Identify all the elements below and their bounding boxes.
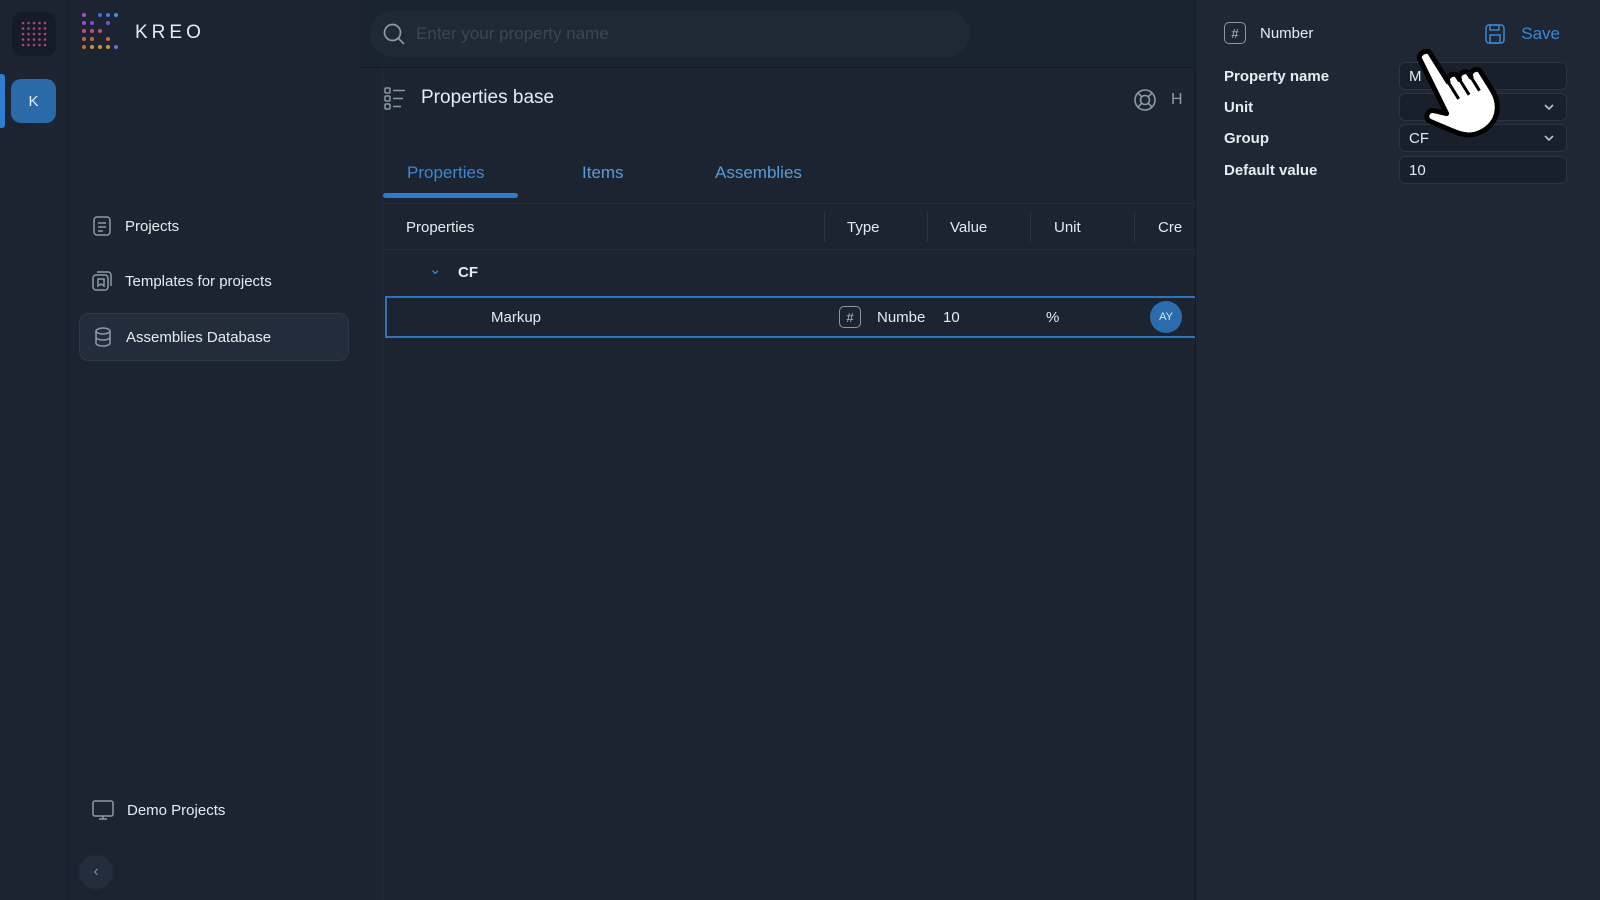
column-header-value[interactable]: Value [950, 204, 987, 250]
sidebar-item-label: Templates for projects [125, 272, 272, 290]
unit-label: Unit [1224, 99, 1254, 116]
sidebar-item-label: Projects [125, 217, 180, 235]
column-header-properties[interactable]: Properties [406, 204, 474, 250]
panel-header: # Number [1224, 22, 1313, 44]
column-label: Value [950, 218, 988, 236]
sidebar-item-demo-projects[interactable]: Demo Projects [79, 786, 349, 834]
main-inner: Properties base H Properties Items Assem… [382, 68, 1196, 900]
chevron-left-icon: ‹ [93, 863, 99, 880]
column-header-type[interactable]: Type [847, 204, 880, 250]
workspace-active-indicator [0, 74, 5, 128]
column-label: Cre [1158, 218, 1183, 236]
cell-type: # Numbe [839, 298, 925, 336]
property-editor-panel: # Number Save Property name M Unit Group… [1195, 0, 1600, 900]
group-label: Group [1224, 130, 1269, 147]
tab-label: Properties [407, 163, 485, 182]
top-bar [360, 0, 1195, 68]
cell-value: 10 [943, 298, 960, 336]
value-text: 10 [943, 308, 960, 326]
collapse-sidebar-button[interactable]: ‹ [79, 855, 113, 889]
workspace-initial: K [28, 92, 39, 110]
cell-property-name: Markup [491, 298, 541, 336]
search-icon [383, 23, 405, 45]
type-text: Numbe [877, 308, 926, 326]
tab-assemblies[interactable]: Assemblies [715, 142, 802, 204]
column-divider[interactable] [824, 212, 825, 242]
avatar: AY [1150, 301, 1182, 333]
column-divider[interactable] [1134, 212, 1135, 242]
sidebar-item-label: Assemblies Database [126, 328, 272, 346]
unit-text: % [1046, 308, 1060, 326]
cell-creator: AY [1150, 298, 1182, 336]
main-content: Properties base H Properties Items Assem… [360, 68, 1196, 900]
property-name-text: Markup [491, 308, 542, 326]
active-tab-indicator [383, 193, 518, 198]
column-header-created-by[interactable]: Cre [1158, 204, 1182, 250]
apps-grid-icon[interactable] [12, 12, 56, 56]
save-label: Save [1521, 24, 1560, 43]
column-divider[interactable] [927, 212, 928, 242]
search-bar[interactable] [370, 11, 970, 57]
workspace-rail: K [0, 0, 68, 900]
column-header-unit[interactable]: Unit [1054, 204, 1081, 250]
tab-items[interactable]: Items [582, 142, 624, 204]
table-header: Properties Type Value Unit Cre [383, 204, 1196, 250]
panel-type-label: Number [1260, 24, 1314, 42]
default-value-text: 10 [1409, 161, 1426, 179]
sidebar-item-assemblies-database[interactable]: Assemblies Database [79, 313, 349, 361]
templates-icon [92, 271, 112, 291]
page-title: Properties base [421, 87, 555, 108]
group-row-cf[interactable]: ⌄ CF [383, 250, 1196, 296]
column-label: Unit [1054, 218, 1081, 236]
property-name-label: Property name [1224, 68, 1330, 85]
chevron-down-icon[interactable]: ⌄ [429, 260, 442, 278]
kreo-logo-icon [82, 13, 118, 49]
column-divider[interactable] [1030, 212, 1031, 242]
table-row[interactable]: Markup # Numbe 10 % AY [385, 296, 1196, 338]
monitor-icon [92, 800, 114, 820]
chevron-down-icon [1544, 135, 1554, 142]
column-label: Properties [406, 218, 475, 236]
default-value-label: Default value [1224, 162, 1318, 179]
properties-list-icon [384, 87, 405, 110]
number-type-icon: # [839, 306, 861, 328]
help-link-label: H [1171, 91, 1183, 108]
sidebar: KREO Projects Templates for projects Ass… [68, 0, 360, 900]
number-type-icon: # [1224, 22, 1246, 44]
chevron-down-icon [1544, 104, 1554, 111]
help-lifebuoy-icon [1134, 89, 1156, 111]
brand-name: KREO [135, 22, 205, 43]
document-list-icon [93, 216, 111, 236]
app-root: K KREO Projects Templates for projects A… [0, 0, 1600, 900]
hand-pointer-cursor-icon [1416, 48, 1500, 138]
cell-unit: % [1046, 298, 1059, 336]
brand[interactable]: KREO [81, 12, 205, 54]
column-label: Type [847, 218, 880, 236]
tab-label: Assemblies [715, 163, 802, 182]
tab-label: Items [582, 163, 624, 182]
search-input[interactable] [416, 24, 936, 44]
workspace-button[interactable]: K [11, 79, 56, 123]
sidebar-item-label: Demo Projects [127, 801, 226, 819]
help-link[interactable]: H [1133, 88, 1183, 112]
sidebar-item-projects[interactable]: Projects [79, 202, 349, 250]
default-value-field[interactable]: 10 [1399, 156, 1567, 184]
group-name: CF [458, 264, 478, 281]
sidebar-item-templates[interactable]: Templates for projects [79, 257, 349, 305]
database-icon [95, 327, 111, 347]
page-header: Properties base [383, 86, 554, 110]
